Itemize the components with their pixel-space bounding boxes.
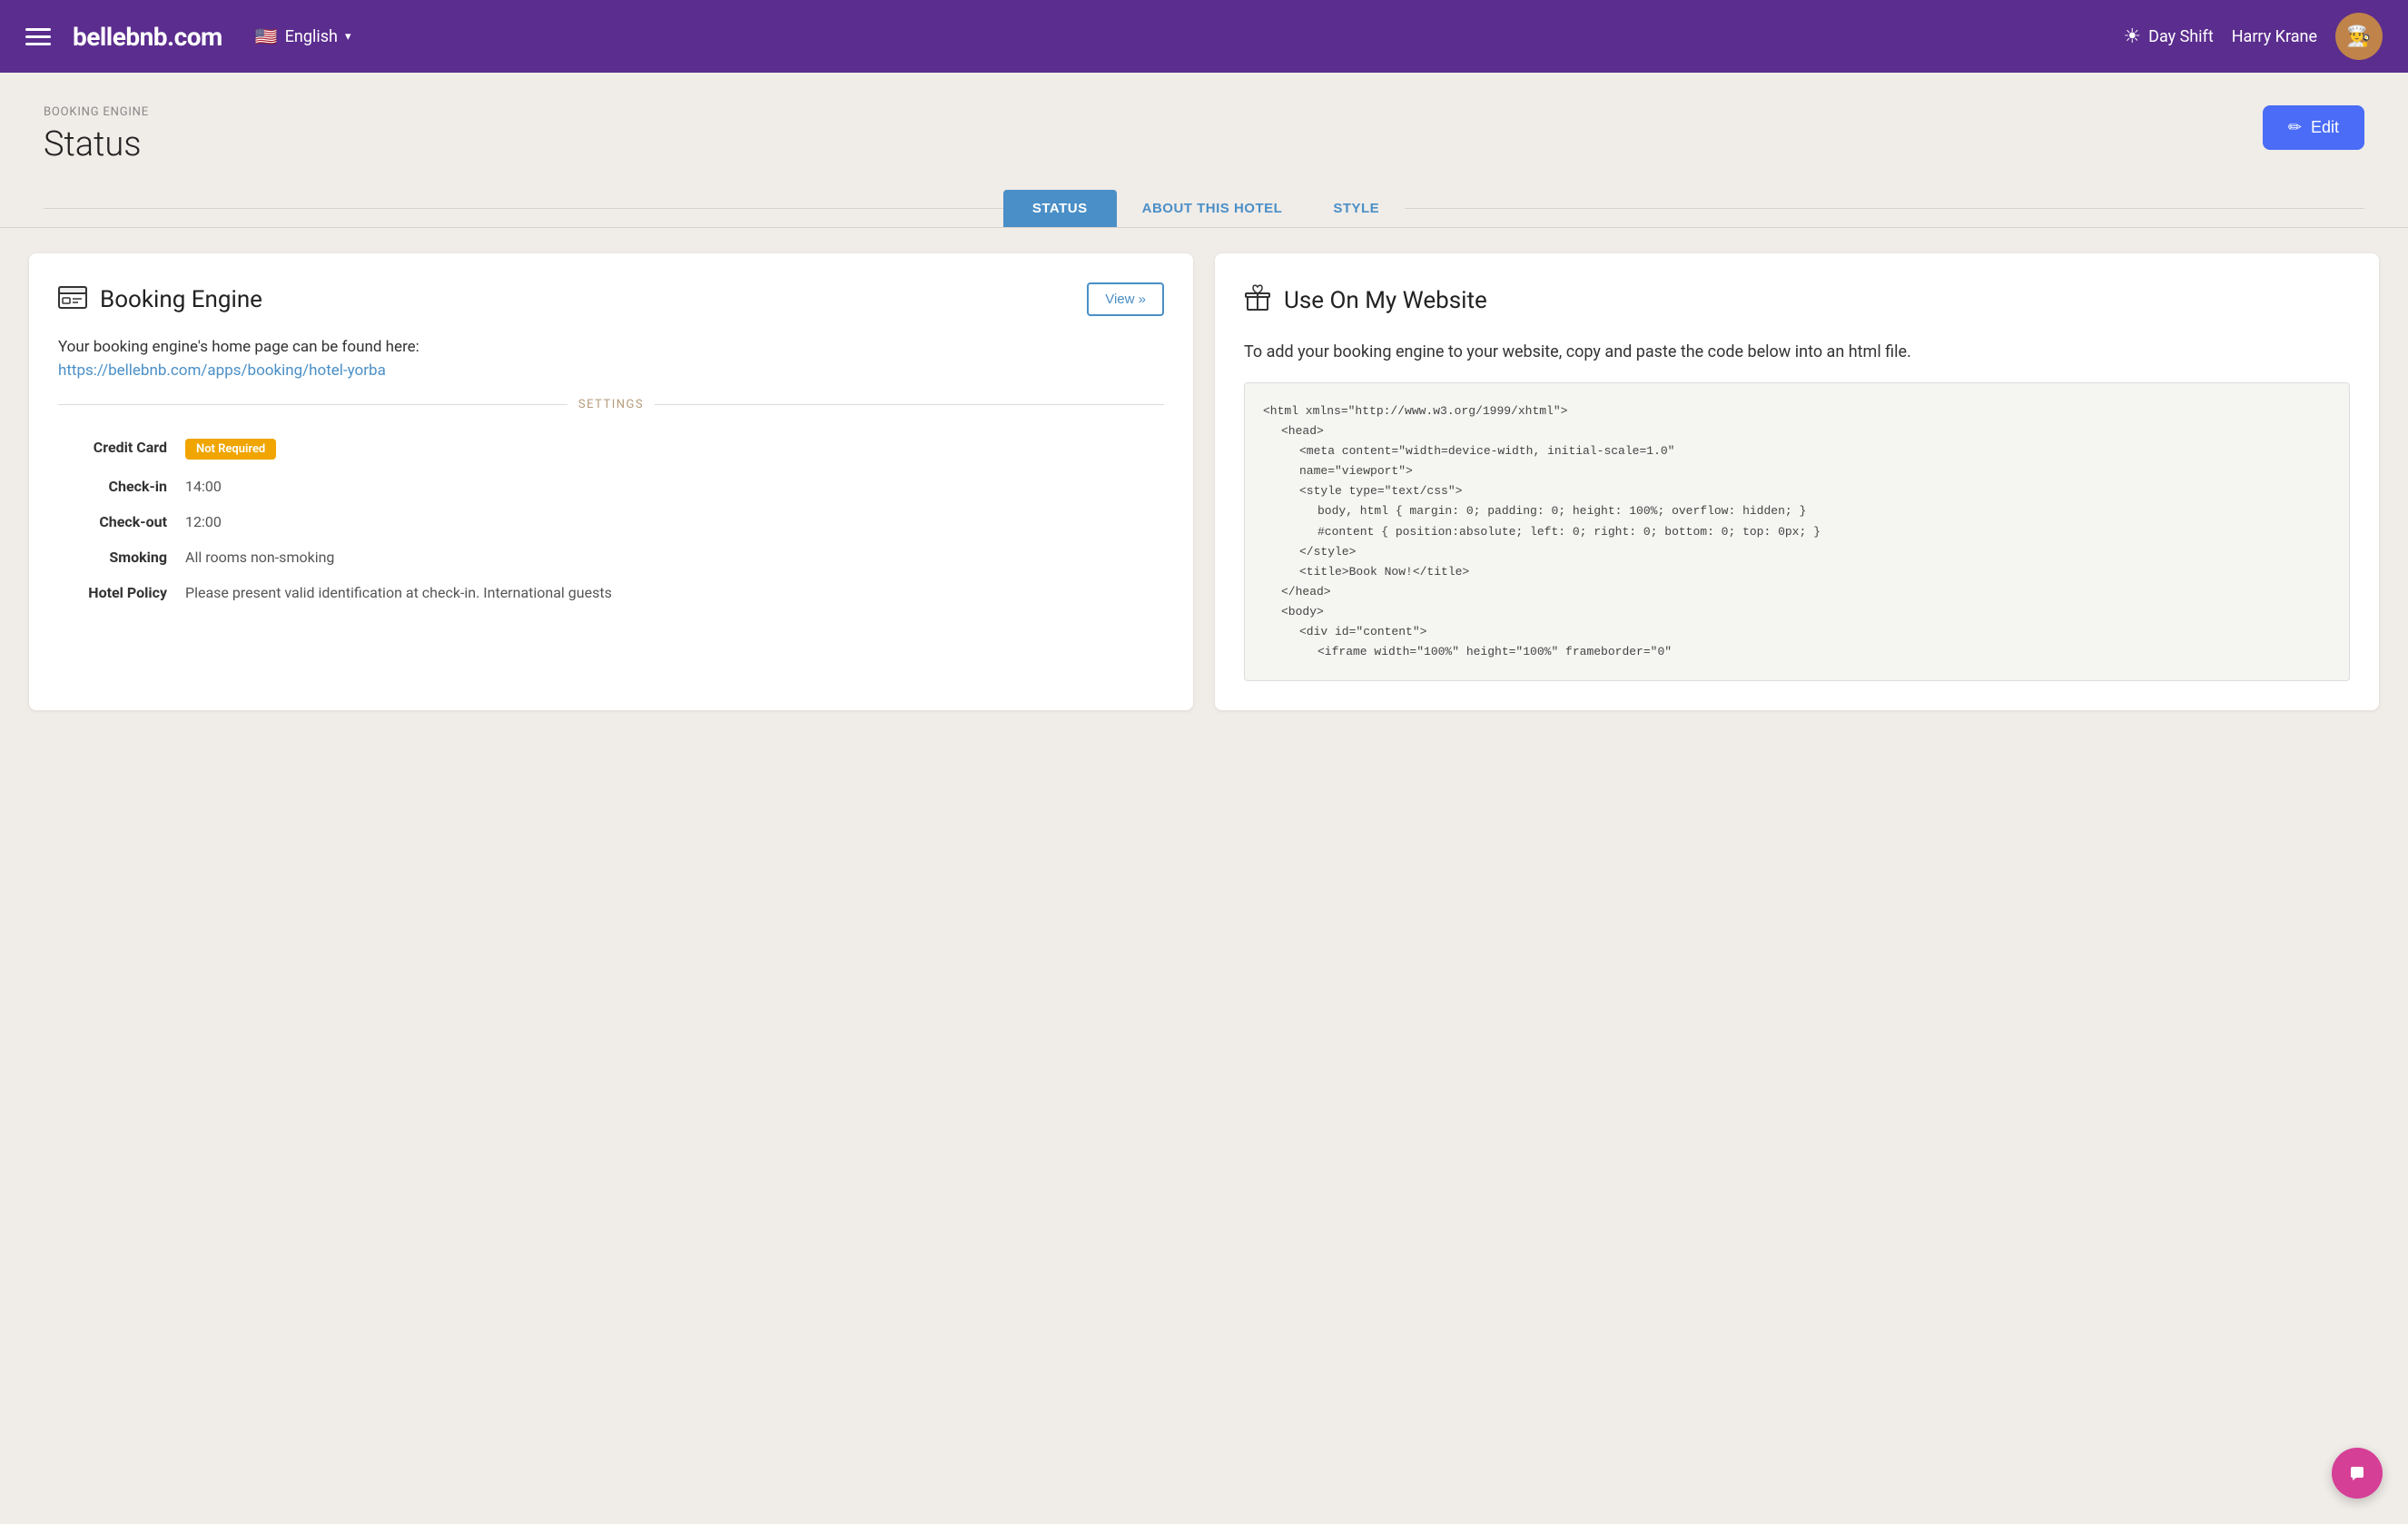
card-header: Booking Engine View » bbox=[58, 282, 1164, 316]
table-row: Check-out 12:00 bbox=[58, 504, 1164, 539]
page-title: Status bbox=[44, 124, 149, 164]
navbar: bellebnb.com 🇺🇸 English ▾ ☀ Day Shift Ha… bbox=[0, 0, 2408, 73]
day-shift-label: Day Shift bbox=[2148, 27, 2214, 46]
code-line: <meta content="width=device-width, initi… bbox=[1299, 441, 2331, 461]
flag-icon: 🇺🇸 bbox=[255, 25, 278, 47]
hamburger-menu[interactable] bbox=[25, 28, 51, 45]
page-header: BOOKING ENGINE Status ✏ Edit bbox=[0, 73, 2408, 164]
credit-card-label: Credit Card bbox=[58, 430, 185, 469]
brand-logo: bellebnb.com bbox=[73, 22, 222, 52]
settings-divider: SETTINGS bbox=[58, 398, 1164, 411]
code-line: name="viewport"> bbox=[1299, 461, 2331, 481]
language-label: English bbox=[285, 27, 338, 46]
code-line: <iframe width="100%" height="100%" frame… bbox=[1317, 642, 2331, 662]
code-line: </style> bbox=[1299, 542, 2331, 562]
code-line: <body> bbox=[1281, 602, 2331, 622]
tab-about-hotel[interactable]: ABOUT THIS HOTEL bbox=[1117, 192, 1308, 225]
hotel-policy-value: Please present valid identification at c… bbox=[185, 575, 1164, 610]
code-line: <head> bbox=[1281, 421, 2331, 441]
website-desc: To add your booking engine to your websi… bbox=[1244, 340, 2350, 364]
checkout-value: 12:00 bbox=[185, 504, 1164, 539]
website-card: Use On My Website To add your booking en… bbox=[1215, 253, 2379, 710]
booking-link[interactable]: https://bellebnb.com/apps/booking/hotel-… bbox=[58, 361, 386, 380]
tab-style[interactable]: STYLE bbox=[1308, 192, 1405, 225]
code-line: #content { position:absolute; left: 0; r… bbox=[1317, 522, 2331, 542]
settings-label: SETTINGS bbox=[578, 398, 644, 411]
booking-engine-card: Booking Engine View » Your booking engin… bbox=[29, 253, 1193, 710]
smoking-label: Smoking bbox=[58, 539, 185, 575]
code-line: <style type="text/css"> bbox=[1299, 481, 2331, 501]
checkout-label: Check-out bbox=[58, 504, 185, 539]
code-line: <html xmlns="http://www.w3.org/1999/xhtm… bbox=[1263, 401, 2331, 421]
sun-icon: ☀ bbox=[2123, 25, 2141, 48]
user-name: Harry Krane bbox=[2232, 27, 2317, 46]
website-card-title: Use On My Website bbox=[1284, 287, 1487, 314]
chat-bubble[interactable] bbox=[2332, 1448, 2383, 1499]
code-line: </head> bbox=[1281, 582, 2331, 602]
table-row: Smoking All rooms non-smoking bbox=[58, 539, 1164, 575]
settings-table: Credit Card Not Required Check-in 14:00 … bbox=[58, 430, 1164, 610]
checkin-value: 14:00 bbox=[185, 469, 1164, 504]
booking-engine-icon bbox=[58, 283, 87, 315]
table-row: Check-in 14:00 bbox=[58, 469, 1164, 504]
card-title-row: Booking Engine bbox=[58, 283, 262, 315]
tabs-bar: STATUS ABOUT THIS HOTEL STYLE bbox=[0, 164, 2408, 228]
navbar-right: ☀ Day Shift Harry Krane 👨‍🍳 bbox=[2123, 13, 2383, 60]
avatar[interactable]: 👨‍🍳 bbox=[2335, 13, 2383, 60]
hotel-policy-label: Hotel Policy bbox=[58, 575, 185, 610]
view-button[interactable]: View » bbox=[1087, 282, 1164, 316]
breadcrumb: BOOKING ENGINE bbox=[44, 105, 149, 119]
content-area: Booking Engine View » Your booking engin… bbox=[0, 228, 2408, 736]
booking-desc: Your booking engine's home page can be f… bbox=[58, 338, 1164, 356]
edit-button-label: Edit bbox=[2311, 118, 2339, 137]
chevron-down-icon: ▾ bbox=[345, 30, 351, 44]
tab-line-right bbox=[1405, 208, 2364, 209]
day-shift-toggle[interactable]: ☀ Day Shift bbox=[2123, 25, 2213, 48]
code-line: <title>Book Now!</title> bbox=[1299, 562, 2331, 582]
gift-icon bbox=[1244, 282, 1271, 318]
code-line: <div id="content"> bbox=[1299, 622, 2331, 642]
pencil-icon: ✏ bbox=[2288, 118, 2302, 137]
code-line: body, html { margin: 0; padding: 0; heig… bbox=[1317, 501, 2331, 521]
table-row: Credit Card Not Required bbox=[58, 430, 1164, 469]
not-required-badge: Not Required bbox=[185, 439, 276, 460]
language-selector[interactable]: 🇺🇸 English ▾ bbox=[255, 25, 351, 47]
checkin-label: Check-in bbox=[58, 469, 185, 504]
website-card-header: Use On My Website bbox=[1244, 282, 2350, 318]
tab-line-left bbox=[44, 208, 1003, 209]
booking-engine-title: Booking Engine bbox=[100, 286, 262, 313]
table-row: Hotel Policy Please present valid identi… bbox=[58, 575, 1164, 610]
code-block[interactable]: <html xmlns="http://www.w3.org/1999/xhtm… bbox=[1244, 382, 2350, 681]
edit-button[interactable]: ✏ Edit bbox=[2263, 105, 2364, 150]
website-title-row: Use On My Website bbox=[1244, 282, 1487, 318]
credit-card-value: Not Required bbox=[185, 430, 1164, 469]
tab-status[interactable]: STATUS bbox=[1003, 190, 1117, 227]
smoking-value: All rooms non-smoking bbox=[185, 539, 1164, 575]
